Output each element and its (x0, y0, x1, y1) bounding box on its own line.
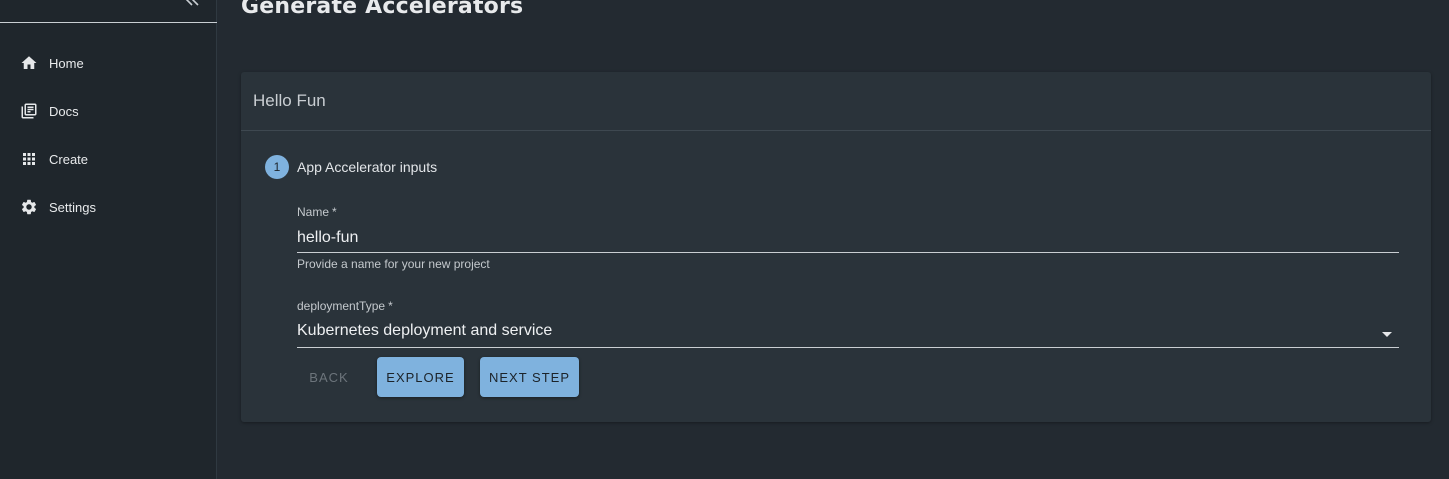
sidebar-item-create[interactable]: Create (0, 135, 217, 183)
sidebar-item-docs[interactable]: Docs (0, 87, 217, 135)
step-header: 1 App Accelerator inputs (265, 155, 437, 179)
sidebar-item-label: Home (49, 55, 84, 71)
sidebar-item-label: Docs (49, 103, 79, 119)
sidebar-item-home[interactable]: Home (0, 39, 217, 87)
deployment-type-value: Kubernetes deployment and service (297, 322, 553, 339)
deployment-type-select[interactable]: Kubernetes deployment and service (297, 321, 1399, 348)
card-title: Hello Fun (253, 91, 326, 110)
card-header: Hello Fun (241, 72, 1431, 131)
sidebar-item-settings[interactable]: Settings (0, 183, 217, 231)
home-icon (21, 56, 37, 69)
next-step-button[interactable]: NEXT STEP (480, 357, 579, 397)
deployment-type-label: deploymentType * (297, 299, 1399, 313)
name-help-text: Provide a name for your new project (297, 257, 490, 271)
grid-icon (23, 153, 35, 165)
page-title: Generate Accelerators (241, 0, 524, 19)
name-input[interactable] (297, 227, 1399, 253)
collapse-icon[interactable] (184, 0, 200, 7)
required-mark: * (388, 299, 393, 313)
step-actions: BACK EXPLORE NEXT STEP (297, 357, 579, 397)
sidebar-item-label: Settings (49, 199, 96, 215)
name-label: Name * (297, 205, 1399, 219)
back-button[interactable]: BACK (297, 357, 361, 397)
sidebar-nav: Home Docs Create Settings (0, 39, 217, 231)
accelerator-card: Hello Fun 1 App Accelerator inputs Name *… (241, 72, 1431, 422)
step-number-badge: 1 (265, 155, 289, 179)
required-mark: * (332, 205, 337, 219)
sidebar: Home Docs Create Settings (0, 0, 217, 479)
deployment-type-label-text: deploymentType (297, 299, 386, 313)
explore-button[interactable]: EXPLORE (377, 357, 464, 397)
sidebar-item-label: Create (49, 151, 89, 167)
chevron-down-icon (1382, 332, 1392, 337)
deployment-type-field-group: deploymentType * Kubernetes deployment an… (297, 299, 1399, 348)
docs-icon (21, 103, 37, 119)
name-field-group: Name* Provide a name for your new projec… (297, 205, 1399, 271)
step-label: App Accelerator inputs (297, 159, 438, 175)
gear-icon (21, 199, 37, 215)
sidebar-header (0, 0, 217, 23)
name-label-text: Name (297, 205, 330, 219)
